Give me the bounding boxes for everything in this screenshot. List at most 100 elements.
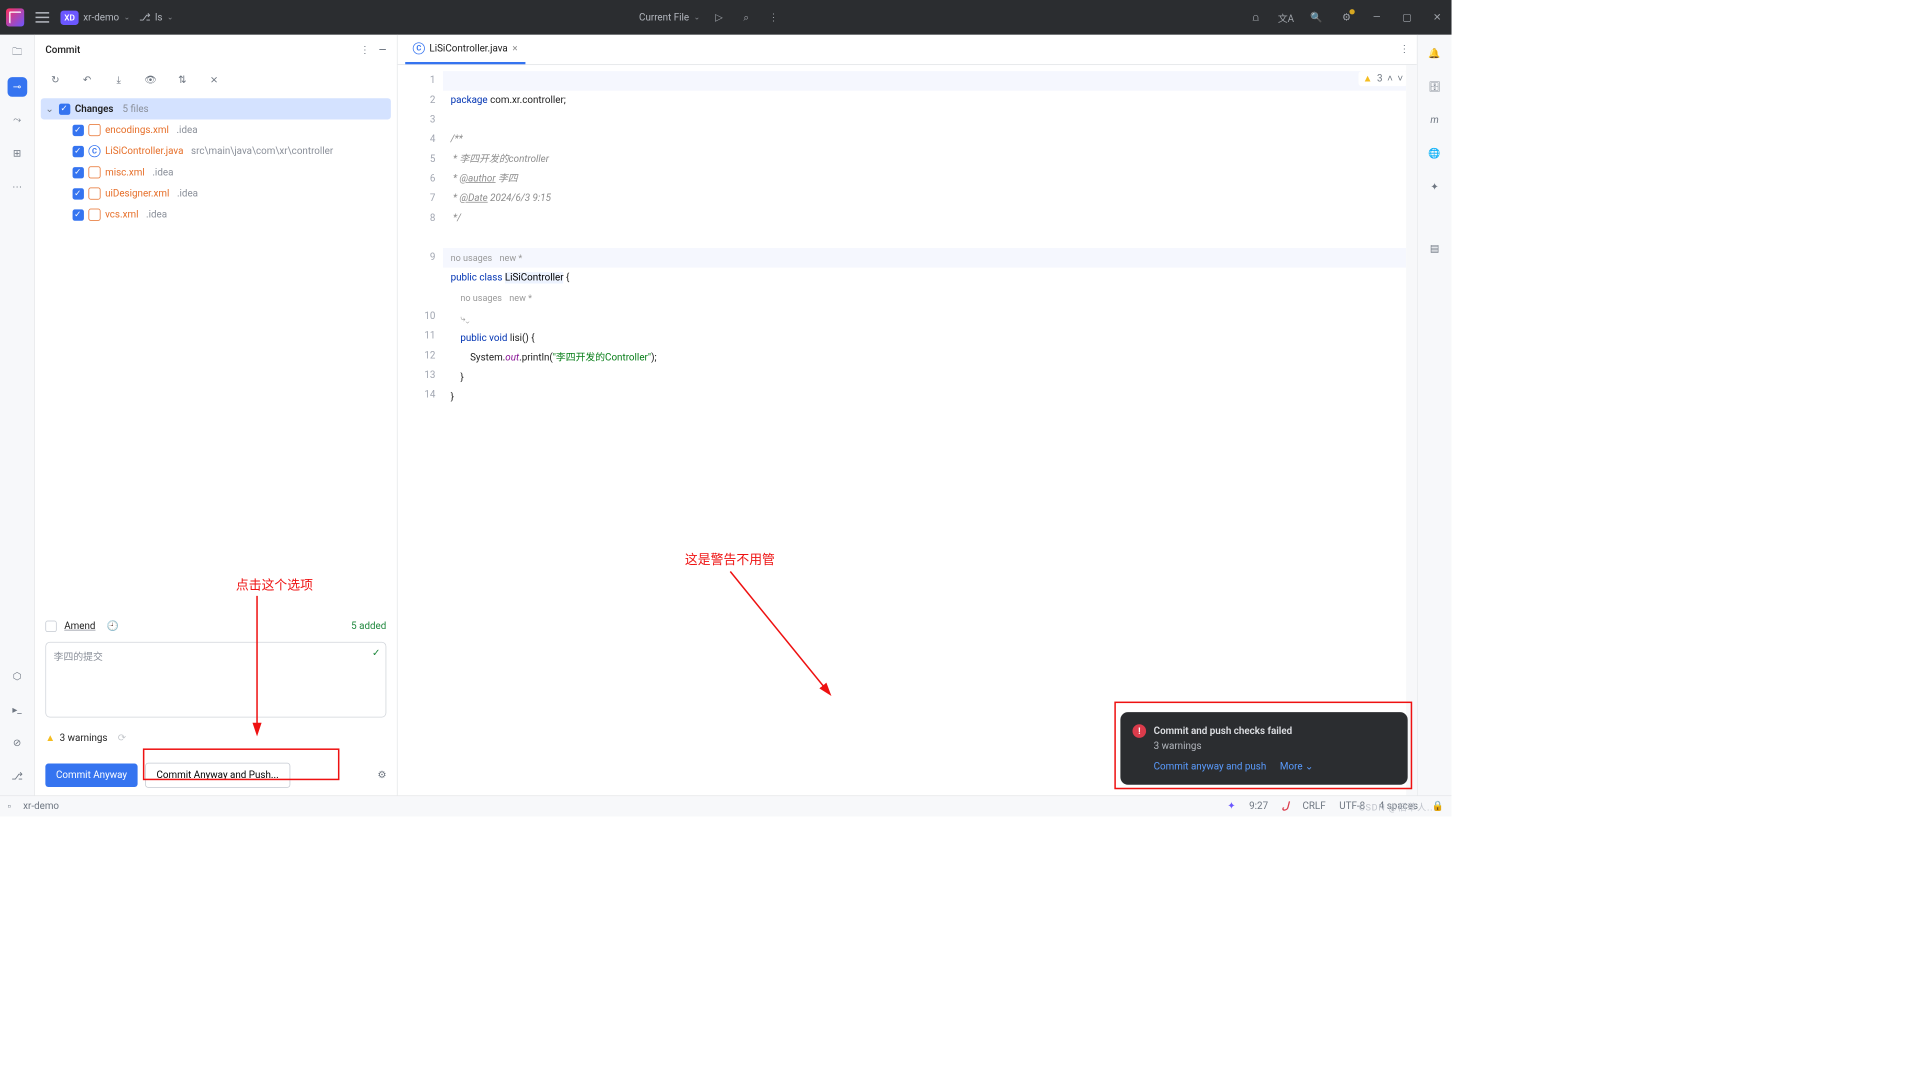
inspection-widget[interactable]: ▲ 3 ˄ ˅ xyxy=(1358,71,1407,86)
next-icon[interactable]: ˅ xyxy=(1397,73,1403,85)
file-row[interactable]: encodings.xml.idea xyxy=(41,119,391,140)
amend-checkbox[interactable] xyxy=(45,620,56,631)
file-row[interactable]: vcs.xml .idea xyxy=(41,204,391,225)
file-row[interactable]: uiDesigner.xml.idea xyxy=(41,183,391,204)
file-count: 5 files xyxy=(123,103,149,114)
diff-icon[interactable]: 👁 xyxy=(141,70,161,90)
search-icon[interactable]: 🔍 xyxy=(1308,9,1325,26)
project-selector[interactable]: XD xr-demo ⌄ xyxy=(60,10,130,24)
ai-icon[interactable]: ▤ xyxy=(1425,239,1445,259)
commit-anyway-button[interactable]: Commit Anyway xyxy=(45,764,137,787)
commit-anyway-push-button[interactable]: Commit Anyway and Push... xyxy=(145,763,290,788)
file-row[interactable]: misc.xml.idea xyxy=(41,162,391,183)
checkbox[interactable] xyxy=(73,167,84,178)
group-by-icon[interactable]: ⨯ xyxy=(204,70,224,90)
structure-icon[interactable]: ⊞ xyxy=(7,144,27,164)
database-icon[interactable]: 🗄 xyxy=(1425,77,1445,97)
web-icon[interactable]: 🌐 xyxy=(1425,144,1445,164)
git-tool-icon[interactable]: ⎇ xyxy=(7,767,27,787)
file-path: .idea xyxy=(177,188,198,199)
refresh-icon[interactable]: ↻ xyxy=(45,70,65,90)
commit-tool-icon[interactable]: ⊸ xyxy=(7,77,27,97)
notifications-icon[interactable]: 🔔 xyxy=(1425,44,1445,64)
more-tools-icon[interactable]: ⋯ xyxy=(7,177,27,197)
code-with-me-icon[interactable]: ⩍ xyxy=(1247,9,1264,26)
run-icon[interactable]: ▷ xyxy=(711,9,728,26)
project-tool-icon[interactable]: 🗀 xyxy=(7,44,27,64)
services-icon[interactable]: ⬡ xyxy=(7,667,27,687)
pull-requests-icon[interactable]: ⤳ xyxy=(7,110,27,130)
rollback-icon[interactable]: ↶ xyxy=(77,70,97,90)
settings-icon[interactable]: ⚙ xyxy=(1338,9,1355,26)
xml-file-icon xyxy=(88,166,100,178)
history-icon[interactable]: 🕘 xyxy=(103,616,123,636)
debug-icon[interactable]: ⌕ xyxy=(738,9,755,26)
commit-anyway-push-link[interactable]: Commit anyway and push xyxy=(1154,761,1267,772)
file-path: .idea xyxy=(146,209,167,220)
branch-icon: ⎇ xyxy=(139,12,150,23)
close-tab-icon[interactable]: × xyxy=(512,43,517,54)
changes-node[interactable]: ⌄ Changes 5 files xyxy=(41,98,391,119)
annotation-text: 这是警告不用管 xyxy=(685,549,775,568)
checkbox[interactable] xyxy=(59,103,70,114)
prev-icon[interactable]: ˄ xyxy=(1387,73,1393,85)
file-row[interactable]: CLiSiController.javasrc\main\java\com\xr… xyxy=(41,141,391,162)
run-config-selector[interactable]: Current File ⌄ xyxy=(639,12,700,23)
refresh-warnings-icon[interactable]: ⟳ xyxy=(112,728,132,748)
toast-title: Commit and push checks failed xyxy=(1154,725,1293,736)
status-time: 9:27 xyxy=(1249,801,1268,812)
chevron-down-icon: ⌄ xyxy=(167,13,173,21)
warnings-row[interactable]: ▲ 3 warnings ⟳ xyxy=(35,720,397,755)
status-lineending[interactable]: CRLF xyxy=(1302,801,1325,812)
code-content[interactable]: package com.xr.controller; /** * 李四开发的co… xyxy=(443,65,1406,795)
titlebar: XD xr-demo ⌄ ⎇ ls ⌄ Current File ⌄ ▷ ⌕ ⋮… xyxy=(0,0,1452,35)
panel-options-icon[interactable]: ⋮ xyxy=(360,44,370,55)
commit-panel: Commit ⋮ — ↻ ↶ ⤓ 👁 ⇅ ⨯ ⌄ Changes 5 files… xyxy=(35,35,398,796)
branch-selector[interactable]: ⎇ ls ⌄ xyxy=(139,12,173,23)
minimize-icon[interactable]: — xyxy=(1368,9,1385,26)
branch-name: ls xyxy=(155,12,162,23)
line-gutter: 1234567891011121314 xyxy=(398,65,443,795)
checkbox[interactable] xyxy=(73,188,84,199)
commit-settings-icon[interactable]: ⚙ xyxy=(378,770,387,781)
checkbox[interactable] xyxy=(73,209,84,220)
shelve-icon[interactable]: ⤓ xyxy=(109,70,129,90)
translate-icon[interactable]: 文A xyxy=(1278,9,1295,26)
status-lang-icon[interactable]: ل xyxy=(1282,801,1289,812)
added-count: 5 added xyxy=(351,620,386,631)
right-tool-rail: 🔔 🗄 m 🌐 ✦ ▤ xyxy=(1417,35,1452,796)
more-actions-icon[interactable]: ⋮ xyxy=(765,9,782,26)
inspection-count: 3 xyxy=(1377,73,1383,84)
panel-hide-icon[interactable]: — xyxy=(379,44,387,55)
main-menu-icon[interactable] xyxy=(33,8,51,26)
terminal-icon[interactable]: ▸_ xyxy=(7,700,27,720)
project-badge: XD xyxy=(60,10,78,24)
status-project[interactable]: xr-demo xyxy=(23,801,59,812)
left-tool-rail: 🗀 ⊸ ⤳ ⊞ ⋯ ⬡ ▸_ ⊘ ⎇ xyxy=(0,35,35,796)
more-link[interactable]: More ⌄ xyxy=(1280,761,1313,772)
commit-panel-title: Commit xyxy=(45,44,80,55)
close-window-icon[interactable]: ✕ xyxy=(1429,9,1446,26)
file-name: encodings.xml xyxy=(105,124,169,135)
editor-tab[interactable]: C LiSiController.java × xyxy=(405,35,525,64)
problems-icon[interactable]: ⊘ xyxy=(7,733,27,753)
code-editor[interactable]: 1234567891011121314 package com.xr.contr… xyxy=(398,65,1417,795)
tab-options-icon[interactable]: ⋮ xyxy=(1399,44,1409,55)
amend-label[interactable]: Amend xyxy=(64,620,95,631)
expand-icon[interactable]: ⌄ xyxy=(45,103,54,114)
ai-assist-icon[interactable]: ✦ xyxy=(1425,177,1445,197)
commit-message-input[interactable] xyxy=(45,642,386,718)
file-name: vcs.xml xyxy=(105,209,138,220)
status-ai-icon[interactable]: ✦ xyxy=(1227,801,1235,812)
checkbox[interactable] xyxy=(73,146,84,157)
checkbox[interactable] xyxy=(73,124,84,135)
warnings-label: 3 warnings xyxy=(60,732,108,743)
changes-tree: ⌄ Changes 5 files encodings.xml.ideaCLiS… xyxy=(35,95,397,610)
maximize-icon[interactable]: ▢ xyxy=(1399,9,1416,26)
changelist-icon[interactable]: ⇅ xyxy=(172,70,192,90)
changes-label: Changes xyxy=(75,103,114,114)
java-file-icon: C xyxy=(88,145,100,157)
maven-icon[interactable]: m xyxy=(1425,110,1445,130)
status-project-icon[interactable]: ▫ xyxy=(8,800,11,812)
error-stripe[interactable] xyxy=(1406,65,1417,795)
